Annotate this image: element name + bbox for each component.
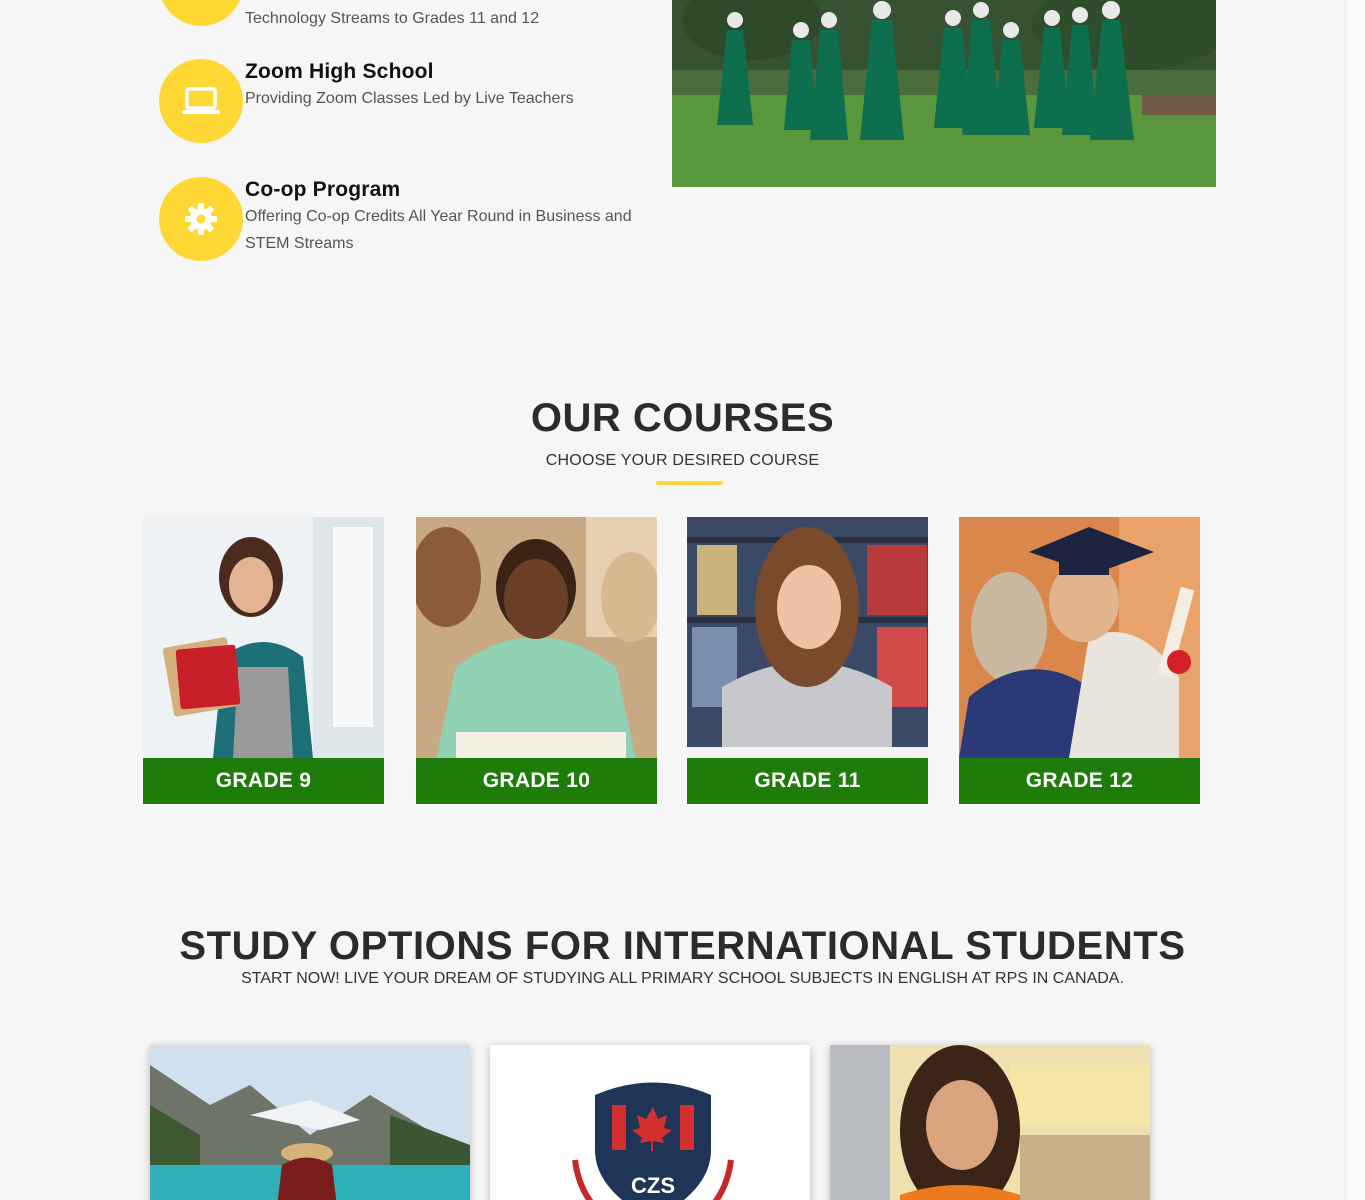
feature-item: Technology Streams to Grades 11 and 12 xyxy=(159,0,640,32)
feature-icon-circle xyxy=(159,177,243,261)
course-label[interactable]: GRADE 11 xyxy=(687,758,928,804)
courses-subtitle: CHOOSE YOUR DESIRED COURSE xyxy=(545,452,820,469)
gear-icon xyxy=(185,203,217,235)
feature-icon-circle xyxy=(159,59,243,143)
student-photo xyxy=(830,1045,1150,1200)
course-card-grade-11[interactable]: GRADE 11 xyxy=(687,517,928,804)
feature-title: Co-op Program xyxy=(245,178,401,201)
title-underline xyxy=(656,481,723,485)
feature-icon-circle xyxy=(159,0,243,26)
course-photo xyxy=(959,517,1200,758)
course-photo xyxy=(143,517,384,758)
course-card-grade-12[interactable]: GRADE 12 xyxy=(959,517,1200,804)
feature-title: Zoom High School xyxy=(245,60,434,83)
feature-item: Co-op Program Offering Co-op Credits All… xyxy=(159,177,640,261)
course-label[interactable]: GRADE 12 xyxy=(959,758,1200,804)
feature-description: Offering Co-op Credits All Year Round in… xyxy=(245,208,632,252)
option-card-school-logo[interactable]: CZS xyxy=(490,1045,810,1200)
lake-photo xyxy=(150,1045,470,1200)
course-photo xyxy=(416,517,657,758)
course-card-grade-10[interactable]: GRADE 10 xyxy=(416,517,657,804)
course-label[interactable]: GRADE 9 xyxy=(143,758,384,804)
czs-logo: CZS xyxy=(490,1045,810,1200)
course-label[interactable]: GRADE 10 xyxy=(416,758,657,804)
course-card-grade-9[interactable]: GRADE 9 xyxy=(143,517,384,804)
international-title: STUDY OPTIONS FOR INTERNATIONAL STUDENTS xyxy=(179,924,1186,968)
courses-title: OUR COURSES xyxy=(530,396,835,440)
feature-description: Providing Zoom Classes Led by Live Teach… xyxy=(245,90,574,107)
graduation-photo xyxy=(672,0,1216,187)
course-photo xyxy=(687,517,928,758)
feature-item: Zoom High School Providing Zoom Classes … xyxy=(159,59,640,143)
scrollbar[interactable] xyxy=(1345,0,1365,1200)
international-subtitle: START NOW! LIVE YOUR DREAM OF STUDYING A… xyxy=(241,970,1124,987)
option-card-student[interactable] xyxy=(830,1045,1150,1200)
option-card-travel[interactable] xyxy=(150,1045,470,1200)
feature-description: Technology Streams to Grades 11 and 12 xyxy=(245,10,540,27)
laptop-icon xyxy=(182,87,220,114)
logo-text: CZS xyxy=(631,1173,675,1198)
book-icon xyxy=(181,0,221,4)
